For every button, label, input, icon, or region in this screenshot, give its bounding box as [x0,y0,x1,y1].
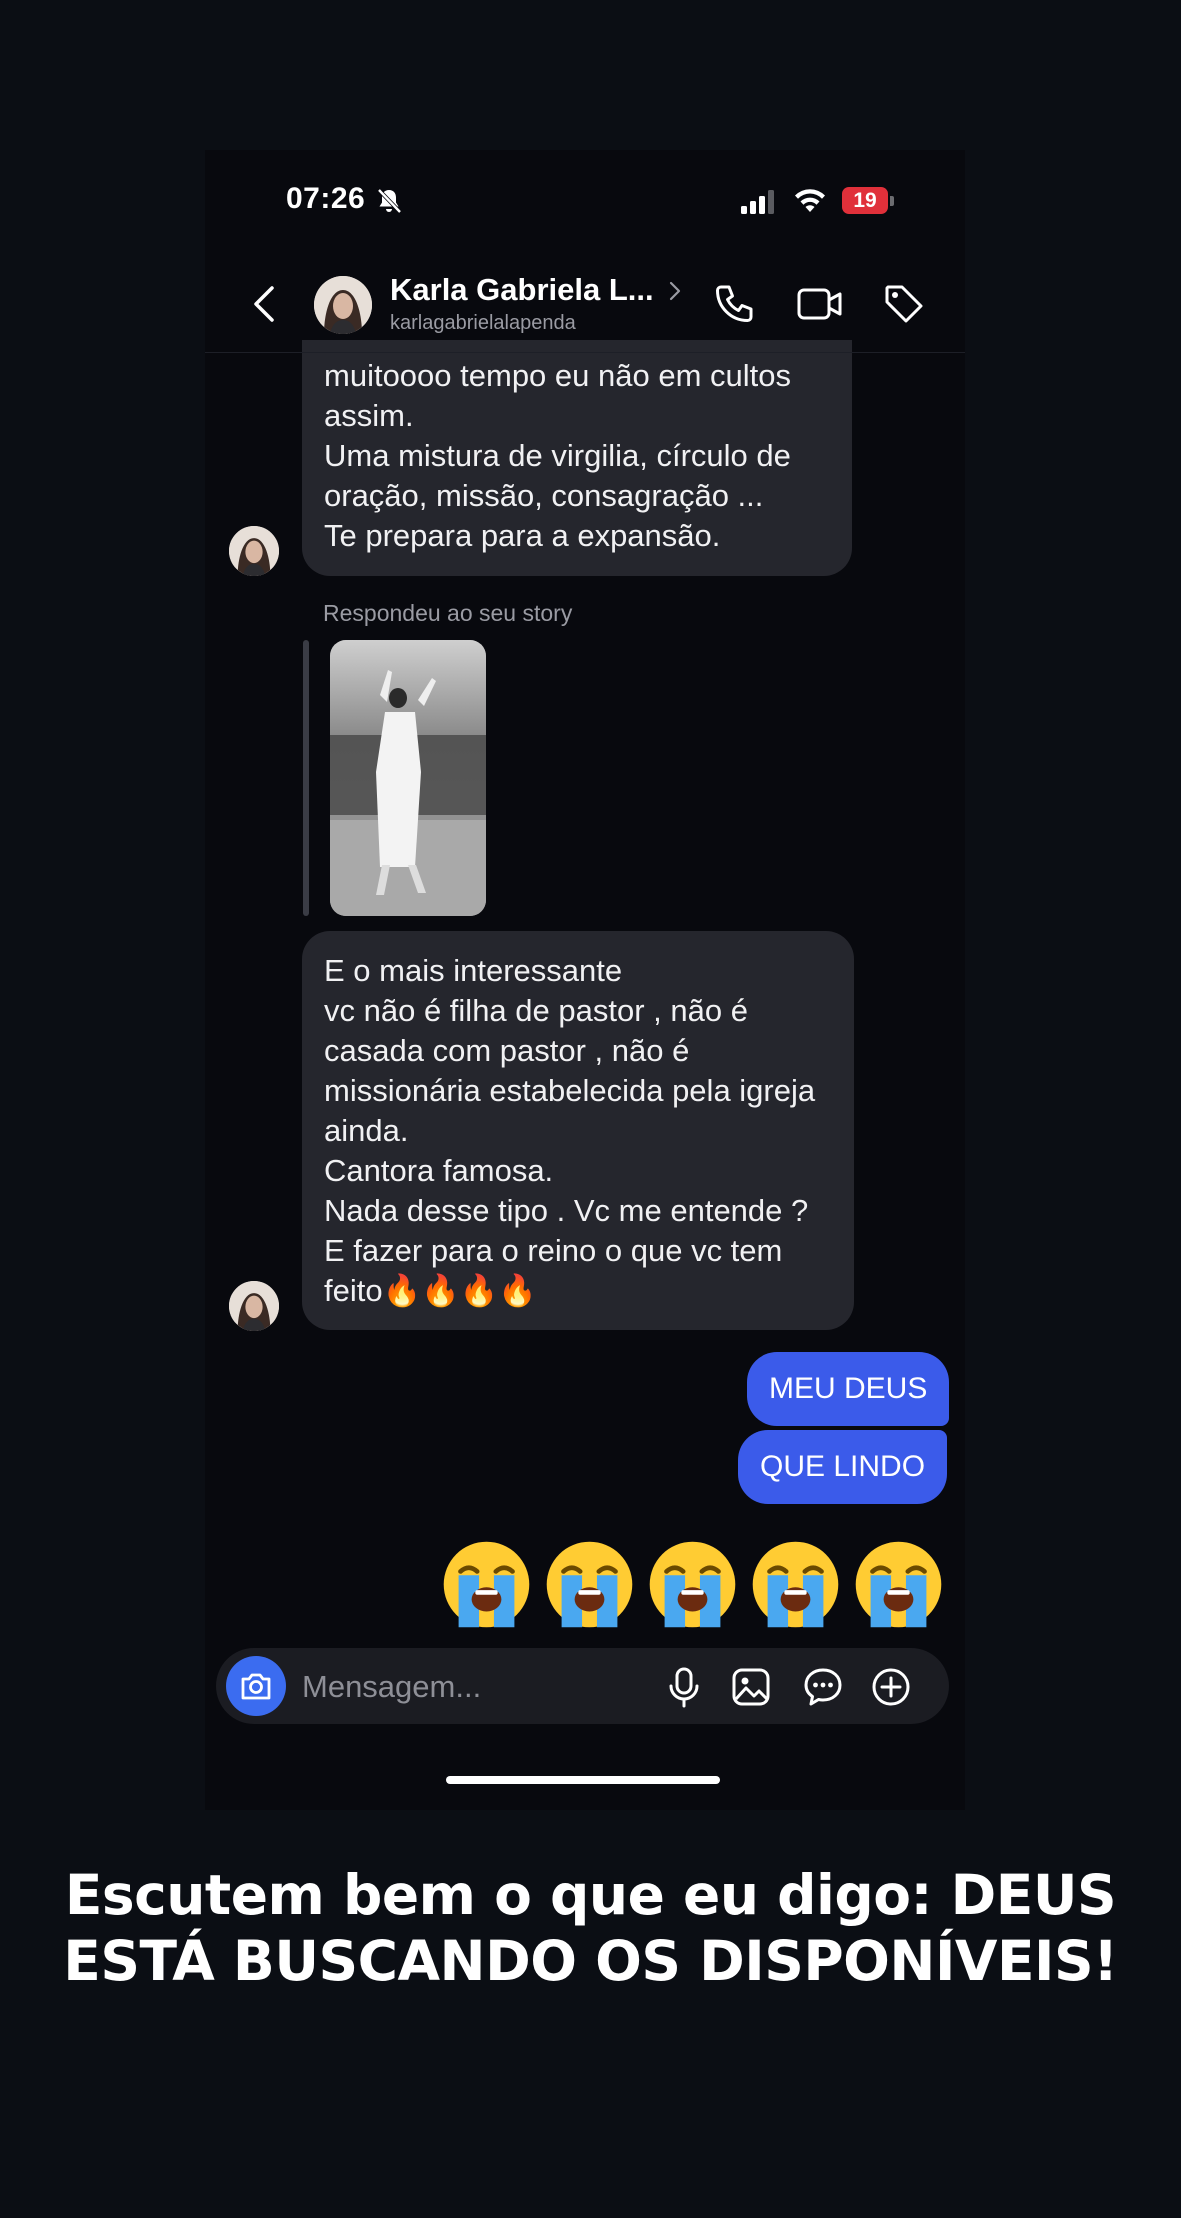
contact-username[interactable]: karlagabrielalapenda [390,312,576,335]
story-screen: 07:26 19 Karla Gabriela L... karlagabrie… [0,0,1181,2218]
message-line: vc não é filha de pastor , não é [324,993,748,1028]
message-line: casada com pastor , não é [324,1033,690,1068]
message-bubble-incoming[interactable]: E o mais interessante vc não é filha de … [302,931,854,1330]
sticker-icon[interactable] [802,1666,844,1708]
chevron-left-icon[interactable] [248,282,282,326]
message-line: Nada desse tipo . Vc me entende ? [324,1193,809,1228]
home-indicator[interactable] [446,1776,720,1784]
plus-icon[interactable] [870,1666,912,1708]
loudly-crying-face-icon [546,1541,633,1628]
message-line: E fazer para o reino o que vc tem [324,1233,783,1268]
wifi-icon [795,189,825,212]
tag-icon[interactable] [882,282,926,326]
message-line: E o mais interessante [324,953,623,988]
battery-icon: 19 [842,187,894,214]
video-camera-icon[interactable] [796,284,844,324]
avatar[interactable] [229,526,279,576]
message-line: Cantora famosa. [324,1153,554,1188]
story-reply-label: Respondeu ao seu story [323,600,573,626]
chevron-right-icon[interactable] [668,280,682,302]
message-line: Uma mistura de virgilia, círculo de [324,438,791,473]
cellular-signal-icon [741,190,774,214]
battery-level: 19 [842,187,888,214]
loudly-crying-face-icon [855,1541,942,1628]
header-divider [205,352,965,353]
contact-name[interactable]: Karla Gabriela L... [390,272,654,308]
message-line: assim. [324,398,414,433]
battery-cap [890,195,894,206]
message-input[interactable] [302,1667,642,1707]
avatar[interactable] [314,276,372,334]
emoji-message[interactable] [440,1538,945,1631]
loudly-crying-face-icon [752,1541,839,1628]
message-bubble-outgoing[interactable]: QUE LINDO [738,1430,948,1504]
story-thumbnail[interactable] [330,640,486,916]
caption-line: ESTÁ BUSCANDO OS DISPONÍVEIS! [63,1929,1118,1993]
message-line: feito🔥🔥🔥🔥 [324,1273,537,1308]
phone-icon[interactable] [712,282,756,326]
bell-muted-icon [377,188,402,214]
camera-icon [241,1673,271,1700]
microphone-icon[interactable] [664,1666,704,1708]
loudly-crying-face-icon [443,1541,530,1628]
loudly-crying-face-icon [649,1541,736,1628]
story-caption: Escutem bem o que eu digo: DEUS ESTÁ BUS… [0,1862,1181,1994]
message-bubble-outgoing[interactable]: MEU DEUS [747,1352,950,1426]
reply-indicator-bar [303,640,309,916]
message-line: muitoooo tempo eu não em cultos [324,358,791,393]
message-bubble-incoming[interactable]: muitoooo tempo eu não em cultos assim. U… [302,340,852,576]
camera-button[interactable] [226,1656,286,1716]
status-time: 07:26 [286,182,366,215]
message-line: oração, missão, consagração ... [324,478,764,513]
message-line: Te prepara para a expansão. [324,518,721,553]
message-line: missionária estabelecida pela igreja [324,1073,816,1108]
avatar[interactable] [229,1281,279,1331]
gallery-icon[interactable] [730,1666,772,1708]
caption-line: Escutem bem o que eu digo: DEUS [64,1863,1117,1927]
message-line: ainda. [324,1113,409,1148]
